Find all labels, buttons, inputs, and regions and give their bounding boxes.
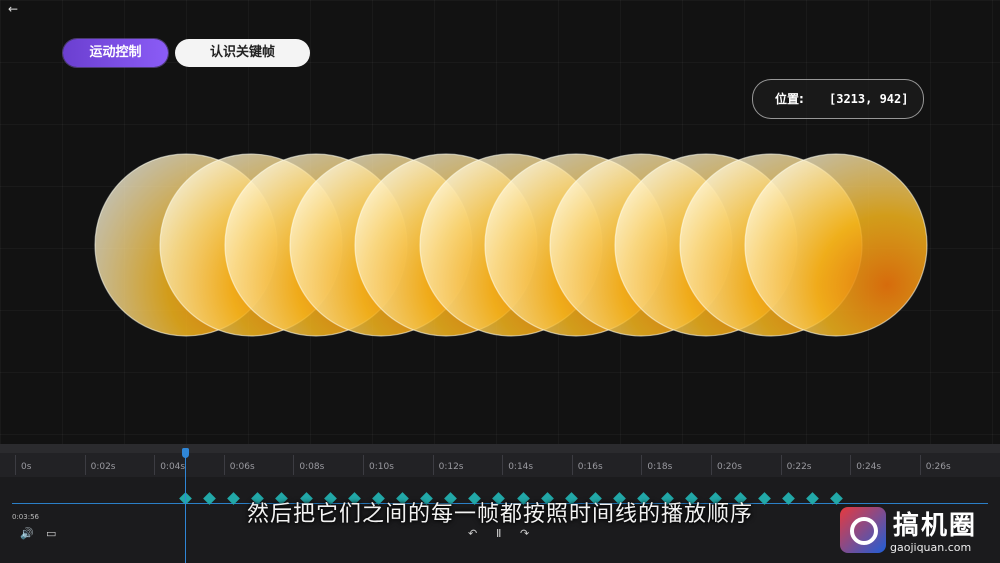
motion-circle <box>744 153 928 337</box>
watermark-brand: 搞机圈 <box>893 511 978 541</box>
volume-icon[interactable]: 🔊 <box>20 527 34 541</box>
ruler-tick-label: 0:04s <box>154 455 185 475</box>
forward-icon[interactable]: ↷ <box>520 527 529 541</box>
playhead-handle[interactable] <box>182 448 189 458</box>
watermark: 搞机圈 gaojiquan.com <box>838 505 1000 563</box>
ruler-tick-label: 0:20s <box>711 455 742 475</box>
ruler-tick-label: 0:10s <box>363 455 394 475</box>
timeline-header <box>0 444 1000 453</box>
time-ruler[interactable]: 0s 0:02s 0:04s 0:06s 0:08s 0:10s 0:12s 0:14s 0:1… <box>0 453 1000 477</box>
animated-circles <box>94 153 928 337</box>
watermark-url: gaojiquan.com <box>890 541 972 554</box>
rewind-icon[interactable]: ↶ <box>468 527 477 541</box>
caption-icon[interactable]: ▭ <box>46 527 56 541</box>
ruler-tick-label: 0:22s <box>780 455 812 475</box>
ruler-tick-label: 0:12s <box>432 455 464 475</box>
ruler-tick-label: 0:02s <box>84 455 116 475</box>
ruler-tick-label: 0:08s <box>293 455 324 475</box>
pause-icon[interactable]: Ⅱ <box>496 527 501 541</box>
canvas-stage: ← 运动控制 认识关键帧 位置: [3213, 942] <box>0 0 1000 444</box>
ruler-tick-label: 0s <box>15 455 31 475</box>
ruler-tick-label: 0:06s <box>223 455 255 475</box>
watermark-logo-icon <box>840 507 886 553</box>
ruler-tick-label: 0:26s <box>919 455 951 475</box>
ruler-tick-label: 0:24s <box>850 455 881 475</box>
ruler-tick-label: 0:16s <box>571 455 603 475</box>
ruler-tick-label: 0:14s <box>502 455 533 475</box>
ruler-tick-label: 0:18s <box>641 455 672 475</box>
